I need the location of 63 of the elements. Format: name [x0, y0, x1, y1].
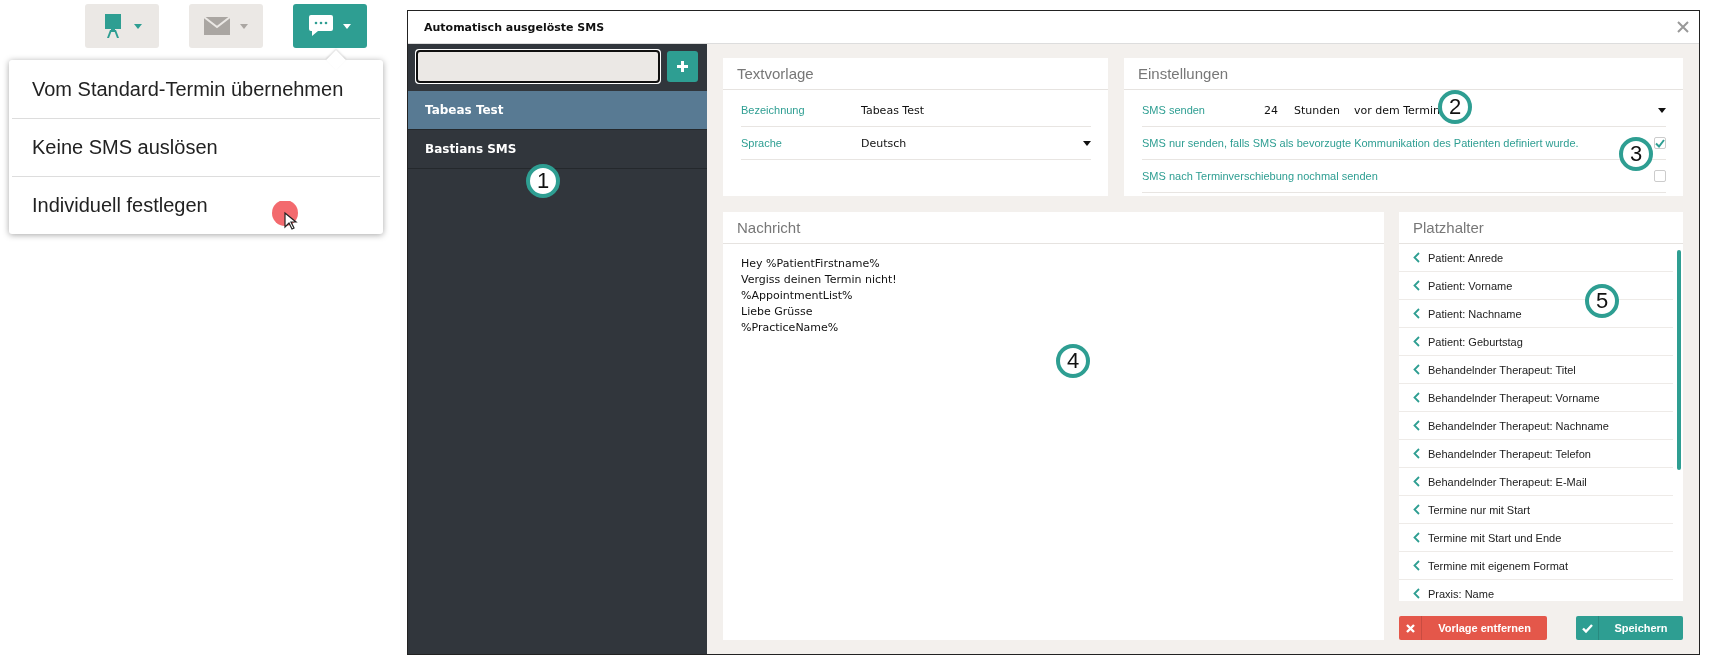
chevron-left-icon [1413, 588, 1420, 599]
placeholder-item[interactable]: Termine nur mit Start [1399, 496, 1673, 524]
chevron-left-icon [1413, 448, 1420, 459]
chevron-left-icon [1413, 364, 1420, 375]
placeholder-item[interactable]: Behandelnder Therapeut: Titel [1399, 356, 1673, 384]
chevron-left-icon [1413, 504, 1420, 515]
close-icon[interactable] [1677, 21, 1689, 33]
chevron-left-icon [1413, 280, 1420, 291]
toolbar-button[interactable] [85, 4, 159, 48]
language-value[interactable]: Deutsch [861, 136, 907, 150]
chevron-left-icon [1413, 252, 1420, 263]
placeholder-item[interactable]: Behandelnder Therapeut: Nachname [1399, 412, 1673, 440]
field-label: Bezeichnung [741, 104, 806, 116]
checkbox[interactable] [1654, 137, 1666, 149]
placeholder-item[interactable]: Termine mit eigenem Format [1399, 552, 1673, 580]
card-heading: Nachricht [723, 212, 1384, 244]
placeholder-item[interactable]: Behandelnder Therapeut: E-Mail [1399, 468, 1673, 496]
unit-value: Stunden [1294, 103, 1341, 117]
chevron-left-icon [1413, 420, 1420, 431]
caret-icon [240, 23, 248, 29]
option-label: SMS nach Terminverschiebung nochmal senden [1142, 170, 1379, 182]
checkbox[interactable] [1654, 170, 1666, 182]
field-label: Sprache [741, 137, 783, 149]
amount-value[interactable]: 24 [1264, 103, 1294, 117]
chevron-left-icon [1413, 476, 1420, 487]
plus-icon [677, 61, 688, 72]
scrollbar-thumb[interactable] [1677, 250, 1681, 470]
card-heading: Textvorlage [723, 58, 1108, 90]
field-value[interactable]: Tabeas Test [861, 103, 925, 117]
card-heading: Einstellungen [1124, 58, 1683, 90]
timing-value[interactable]: vor dem Termin [1354, 103, 1440, 117]
placeholder-item[interactable]: Termine mit Start und Ende [1399, 524, 1673, 552]
close-icon [1405, 623, 1415, 633]
card-heading: Platzhalter [1399, 212, 1683, 244]
caret-icon [1658, 107, 1666, 113]
add-button[interactable] [667, 51, 698, 82]
caret-icon [343, 23, 351, 29]
dialog-title: Automatisch ausgelöste SMS [424, 20, 605, 34]
envelope-icon [204, 17, 230, 35]
chevron-left-icon [1413, 392, 1420, 403]
chevron-left-icon [1413, 560, 1420, 571]
field-label: SMS senden [1142, 104, 1206, 116]
menu-item[interactable]: Vom Standard-Termin übernehmen [12, 60, 380, 118]
chat-icon [309, 15, 333, 37]
sidebar-item[interactable]: Tabeas Test [408, 91, 707, 130]
check-icon [1581, 623, 1593, 633]
placeholder-item[interactable]: Behandelnder Therapeut: Telefon [1399, 440, 1673, 468]
chevron-left-icon [1413, 336, 1420, 347]
placeholder-item[interactable]: Patient: Anrede [1399, 244, 1673, 272]
menu-item[interactable]: Keine SMS auslösen [12, 118, 380, 176]
search-field[interactable] [417, 51, 659, 82]
caret-icon [134, 23, 142, 29]
caret-icon [1083, 140, 1091, 146]
chevron-left-icon [1413, 308, 1420, 319]
placeholder-item[interactable]: Behandelnder Therapeut: Vorname [1399, 384, 1673, 412]
easel-icon [102, 14, 124, 38]
chevron-left-icon [1413, 532, 1420, 543]
placeholder-item[interactable]: Praxis: Name [1399, 580, 1673, 601]
placeholder-item[interactable]: Patient: Geburtstag [1399, 328, 1673, 356]
option-label: SMS nur senden, falls SMS als bevorzugte Kommunikation des Patienten definiert wurde. [1142, 137, 1580, 149]
remove-button[interactable]: Vorlage entfernen [1399, 616, 1547, 640]
toolbar-button[interactable] [293, 4, 367, 48]
cursor-icon [271, 201, 301, 231]
